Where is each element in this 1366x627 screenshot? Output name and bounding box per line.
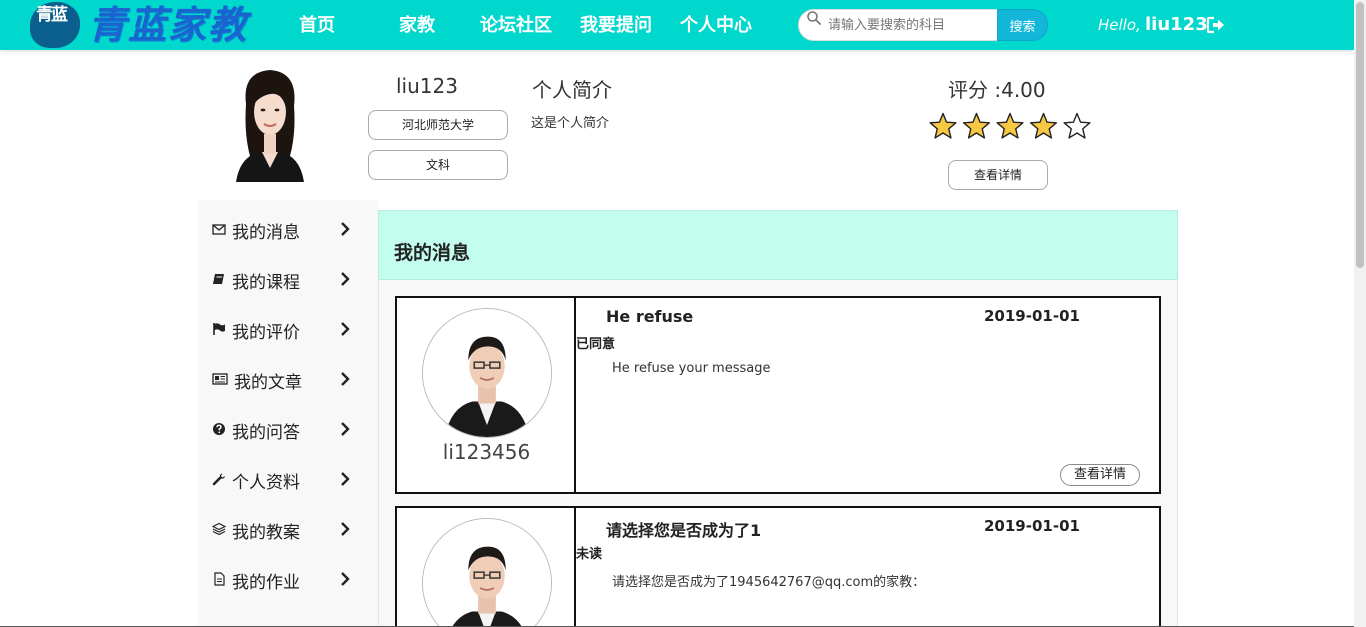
sidebar-item-reviews[interactable]: 我的评价 bbox=[198, 302, 378, 352]
star-empty-icon bbox=[1063, 112, 1091, 139]
logo-mark-text: 青蓝 bbox=[36, 5, 68, 25]
message-date: 2019-01-01 bbox=[984, 307, 1080, 325]
chevron-right-icon bbox=[341, 472, 350, 486]
page: 青蓝 青蓝家教 首页 家教 论坛社区 我要提问 个人中心 搜索 Hello, l… bbox=[0, 0, 1366, 627]
sidebar-item-label: 我的评价 bbox=[232, 323, 300, 343]
search-button[interactable]: 搜索 bbox=[997, 9, 1048, 41]
chevron-right-icon bbox=[341, 222, 350, 236]
message-detail-button[interactable]: 查看详情 bbox=[1060, 464, 1140, 486]
sender-avatar[interactable] bbox=[422, 308, 552, 438]
site-logo-text[interactable]: 青蓝家教 bbox=[88, 4, 248, 46]
nav-home[interactable]: 首页 bbox=[299, 14, 335, 38]
sidebar-item-label: 我的问答 bbox=[232, 423, 300, 443]
message-date: 2019-01-01 bbox=[984, 517, 1080, 535]
profile-name: liu123 bbox=[396, 74, 458, 98]
sidebar-item-articles[interactable]: 我的文章 bbox=[198, 352, 378, 402]
message-status: 未读 bbox=[576, 547, 603, 562]
sidebar-item-lesson-plans[interactable]: 我的教案 bbox=[198, 502, 378, 552]
sidebar-item-label: 我的文章 bbox=[234, 373, 302, 393]
school-badge: 河北师范大学 bbox=[368, 110, 508, 140]
sidebar-item-courses[interactable]: 我的课程 bbox=[198, 252, 378, 302]
nav-personal-center[interactable]: 个人中心 bbox=[680, 14, 752, 38]
layers-icon bbox=[212, 522, 226, 536]
greeting-text: Hello, bbox=[1098, 16, 1141, 34]
star-filled-icon bbox=[1029, 112, 1058, 139]
newspaper-icon bbox=[212, 373, 228, 385]
message-sender-column: li123456 bbox=[397, 298, 576, 492]
message-title: He refuse bbox=[606, 307, 694, 326]
profile-detail-button[interactable]: 查看详情 bbox=[948, 160, 1048, 190]
messages-panel-header bbox=[378, 210, 1178, 280]
nav-ask-question[interactable]: 我要提问 bbox=[580, 14, 652, 38]
star-filled-icon bbox=[996, 112, 1024, 139]
file-icon bbox=[214, 572, 225, 586]
scrollbar-thumb[interactable] bbox=[1356, 2, 1364, 268]
chevron-right-icon bbox=[341, 322, 350, 336]
wrench-icon bbox=[212, 473, 225, 486]
sidebar-item-homework[interactable]: 我的作业 bbox=[198, 552, 378, 602]
sidebar-item-label: 我的消息 bbox=[232, 223, 300, 243]
nav-forum[interactable]: 论坛社区 bbox=[480, 14, 552, 38]
sidebar-item-label: 我的教案 bbox=[232, 523, 300, 543]
header-username[interactable]: liu123 bbox=[1145, 14, 1208, 35]
flag-icon bbox=[213, 323, 225, 335]
message-body: 请选择您是否成为了1945642767@qq.com的家教： bbox=[612, 575, 926, 590]
messages-panel-title: 我的消息 bbox=[394, 242, 471, 264]
sidebar-item-label: 个人资料 bbox=[232, 473, 300, 493]
search-icon bbox=[807, 11, 821, 25]
chevron-right-icon bbox=[341, 422, 350, 436]
message-card: 请选择您是否成为了1 2019-01-01 未读 请选择您是否成为了194564… bbox=[395, 506, 1161, 627]
chevron-right-icon bbox=[341, 272, 350, 286]
message-sender-column bbox=[397, 508, 576, 627]
message-status: 已同意 bbox=[576, 337, 616, 352]
question-circle-icon bbox=[213, 423, 225, 435]
sidebar-item-messages[interactable]: 我的消息 bbox=[198, 202, 378, 252]
subject-badge: 文科 bbox=[368, 150, 508, 180]
chevron-right-icon bbox=[341, 572, 350, 586]
profile-photo bbox=[232, 64, 308, 182]
logout-icon[interactable] bbox=[1206, 16, 1226, 34]
sidebar-item-profile[interactable]: 个人资料 bbox=[198, 452, 378, 502]
sender-avatar[interactable] bbox=[422, 518, 552, 627]
envelope-icon bbox=[212, 224, 226, 235]
chevron-right-icon bbox=[341, 522, 350, 536]
star-filled-icon bbox=[929, 112, 957, 139]
message-title: 请选择您是否成为了1 bbox=[606, 521, 762, 540]
message-body: He refuse your message bbox=[612, 361, 771, 376]
star-filled-icon bbox=[962, 112, 991, 139]
chevron-right-icon bbox=[341, 372, 350, 386]
rating-score: 评分 :4.00 bbox=[948, 78, 1046, 102]
intro-text: 这是个人简介 bbox=[531, 116, 610, 131]
sidebar-item-label: 我的作业 bbox=[232, 573, 300, 593]
message-card: li123456 He refuse 2019-01-01 已同意 He ref… bbox=[395, 296, 1161, 494]
rating-stars bbox=[929, 112, 1091, 139]
search-input[interactable] bbox=[828, 15, 993, 35]
nav-tutoring[interactable]: 家教 bbox=[399, 14, 435, 38]
sender-name: li123456 bbox=[442, 440, 531, 464]
sidebar-item-qa[interactable]: 我的问答 bbox=[198, 402, 378, 452]
intro-title: 个人简介 bbox=[532, 78, 612, 102]
sidebar-item-label: 我的课程 bbox=[232, 273, 300, 293]
book-icon bbox=[213, 274, 224, 284]
